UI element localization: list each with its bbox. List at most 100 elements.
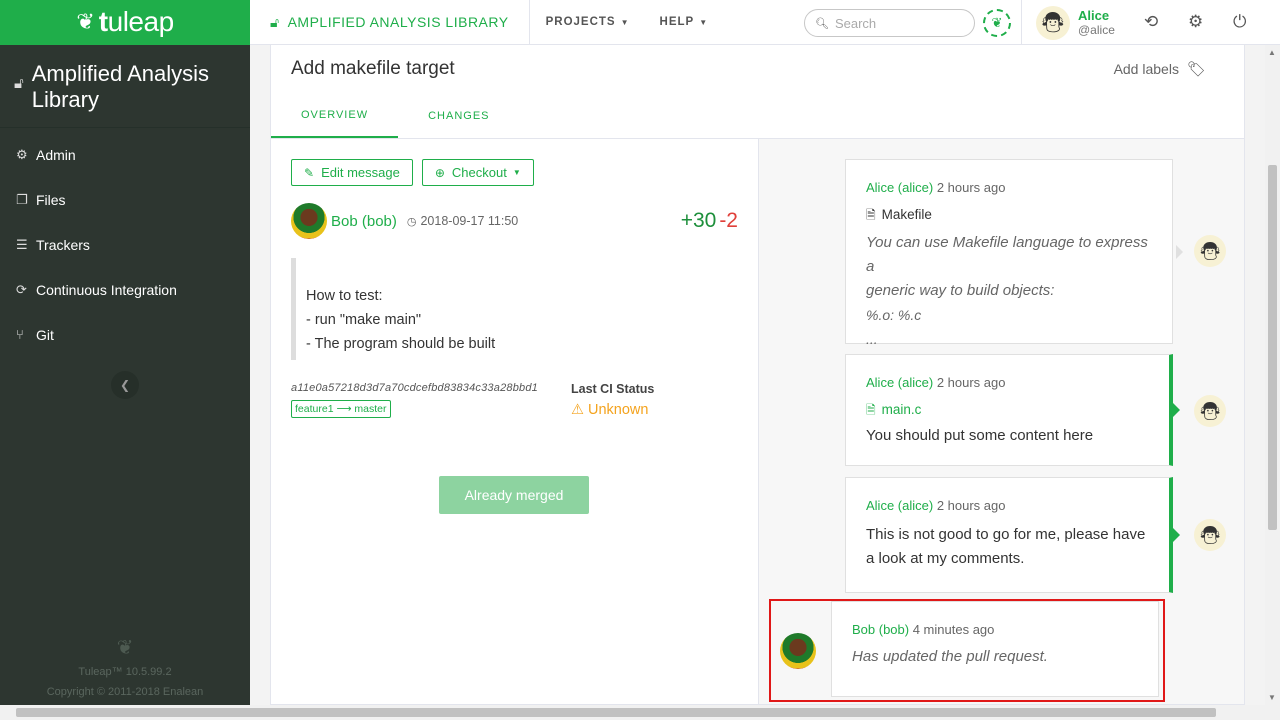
download-icon: ⊕ [434, 165, 445, 180]
ci-status: ⚠ Unknown [571, 402, 654, 418]
copyright-text: Copyright © 2011-2018 Enalean [46, 686, 204, 698]
comment-author[interactable]: Alice (alice) [866, 375, 933, 390]
sidebar-item-continuous-integration[interactable]: ⟳ Continuous Integration [0, 267, 250, 312]
collapse-sidebar-button[interactable]: ❮ [111, 371, 139, 399]
avatar: 👧︎ [1194, 395, 1226, 427]
comment-line: a look at my comments. [866, 550, 1025, 567]
caret-down-icon: ▼ [620, 17, 630, 27]
checkout-label: Checkout [451, 165, 507, 180]
current-project-link[interactable]: 🔓︎ AMPLIFIED ANALYSIS LIBRARY [250, 0, 530, 45]
sidebar-item-label: Admin [36, 146, 76, 163]
comment-file: Makefile [881, 207, 932, 222]
leaf-icon: ❦ [116, 637, 134, 659]
horizontal-scrollbar[interactable] [0, 705, 1280, 720]
user-menu[interactable]: 👧︎ Alice @alice [1021, 0, 1115, 45]
avatar [291, 203, 327, 239]
comment-time: 2 hours ago [936, 180, 1006, 195]
tab-changes[interactable]: CHANGES [398, 93, 519, 138]
comment-author[interactable]: Alice (alice) [866, 180, 933, 195]
sidebar-project-name: Amplified Analysis Library [31, 61, 210, 112]
timeline-inline-comment: Alice (alice) 2 hours ago 🗎︎ main.c You s… [845, 354, 1180, 466]
diff-stats: +30 -2 [681, 209, 738, 233]
tab-overview[interactable]: OVERVIEW [271, 93, 399, 138]
swirl-icon[interactable]: ❦ [983, 9, 1011, 37]
list-icon: ☰ [16, 236, 28, 252]
comment-text: You should put some content here [866, 427, 1094, 444]
sidebar-item-label: Git [36, 326, 54, 343]
event-author[interactable]: Bob (bob) [852, 622, 909, 637]
description-line: - run "make main" [306, 312, 422, 328]
logo-letter: t [98, 6, 108, 37]
already-merged-button[interactable]: Already merged [439, 476, 589, 514]
author-name[interactable]: Bob (bob) [331, 213, 397, 230]
pull-request-tabs: OVERVIEW CHANGES [271, 93, 1244, 139]
comment-author[interactable]: Alice (alice) [866, 498, 933, 513]
add-labels-button[interactable]: Add labels 🏷︎ [1114, 60, 1206, 78]
search-box: 🔍︎ [804, 9, 975, 37]
scroll-up-icon[interactable]: ▲ [1268, 48, 1276, 57]
avatar: 👧︎ [1194, 235, 1226, 267]
vertical-scrollbar[interactable]: ▲ ▼ [1265, 45, 1280, 705]
author-row: Bob (bob) ◷ 2018-09-17 11:50 +30 -2 [291, 203, 738, 239]
sidebar-item-label: Continuous Integration [36, 281, 177, 298]
highlighted-timeline-event: Bob (bob) 4 minutes ago Has updated the … [769, 599, 1165, 702]
timeline-comment: Alice (alice) 2 hours ago This is not go… [845, 477, 1180, 593]
sidebar-item-git[interactable]: ⑂ Git [0, 312, 250, 357]
pull-request-card: Add makefile target Add labels 🏷︎ OVERVI… [270, 45, 1245, 705]
overview-pane: ✎ Edit message ⊕ Checkout ▼ Bob (bob) ◷ 2… [271, 139, 759, 704]
comment-arrow [1173, 528, 1180, 542]
gears-icon: ⚙ [16, 146, 28, 162]
avatar: 👧︎ [1194, 519, 1226, 551]
file-link[interactable]: 🗎︎ main.c [866, 401, 1149, 422]
files-icon: ❐ [16, 191, 28, 207]
edit-message-button[interactable]: ✎ Edit message [291, 159, 413, 186]
scroll-down-icon[interactable]: ▼ [1268, 693, 1276, 702]
creation-date-text: 2018-09-17 11:50 [420, 214, 519, 228]
user-real-name: Alice [1078, 7, 1110, 23]
sidebar-item-trackers[interactable]: ☰ Trackers [0, 222, 250, 267]
tuleap-logo[interactable]: ❦ tuleap [0, 0, 250, 45]
commit-sha: a11e0a57218d3d7a70cdcefbd83834c33a28bbd1 [291, 382, 538, 394]
scroll-thumb[interactable] [1268, 165, 1277, 530]
comment-file: main.c [881, 402, 922, 417]
checkout-button[interactable]: ⊕ Checkout ▼ [421, 159, 534, 186]
edit-message-label: Edit message [321, 165, 400, 180]
ci-status-label: Last CI Status [571, 382, 655, 396]
sidebar-project-title[interactable]: 🔓︎ Amplified Analysis Library [0, 45, 250, 128]
version-text: Tuleap™ 10.5.99.2 [78, 666, 172, 678]
comment-line: You can use Makefile language to express… [866, 234, 1148, 275]
top-navbar: ❦ tuleap 🔓︎ AMPLIFIED ANALYSIS LIBRARY P… [0, 0, 1280, 45]
sidebar-item-label: Files [36, 191, 66, 208]
caret-down-icon: ▼ [699, 17, 709, 27]
projects-menu[interactable]: PROJECTS ▼ [546, 16, 630, 28]
help-menu[interactable]: HELP ▼ [660, 16, 709, 28]
comment-arrow [1173, 403, 1180, 417]
scroll-thumb[interactable] [16, 708, 1216, 717]
project-name: AMPLIFIED ANALYSIS LIBRARY [287, 14, 509, 30]
sidebar-item-files[interactable]: ❐ Files [0, 177, 250, 222]
caret-down-icon: ▼ [512, 168, 521, 177]
tab-label: OVERVIEW [301, 108, 369, 121]
pull-request-description: How to test: - run "make main" - The pro… [291, 258, 738, 360]
warning-icon: ⚠ [571, 402, 584, 418]
clock-icon: ◷ [406, 216, 417, 228]
tab-label: CHANGES [428, 109, 490, 122]
history-icon[interactable]: ⟲ [1144, 12, 1158, 32]
already-merged-label: Already merged [464, 487, 564, 503]
user-login: @alice [1078, 22, 1115, 37]
avatar: 👧︎ [1036, 5, 1070, 40]
branch-badge: feature1 ⟶ master [291, 400, 391, 418]
sidebar: 🔓︎ Amplified Analysis Library ⚙ Admin ❐ … [0, 45, 250, 720]
timeline-event: Bob (bob) 4 minutes ago Has updated the … [831, 601, 1159, 697]
sidebar-item-admin[interactable]: ⚙ Admin [0, 132, 250, 177]
comment-time: 2 hours ago [936, 375, 1006, 390]
timeline-comment: Alice (alice) 2 hours ago 🗎︎ Makefile You… [845, 159, 1183, 347]
gear-icon[interactable]: ⚙ [1188, 12, 1203, 32]
power-icon[interactable]: ⏻ [1233, 12, 1246, 32]
deletions-count: -2 [719, 209, 738, 232]
tags-icon: 🏷︎ [1186, 61, 1206, 78]
file-icon: 🗎︎ [866, 208, 876, 222]
sidebar-footer: ❦ Tuleap™ 10.5.99.2 Copyright © 2011-201… [0, 638, 250, 702]
search-input[interactable] [834, 15, 965, 31]
comment-arrow [1176, 245, 1183, 259]
